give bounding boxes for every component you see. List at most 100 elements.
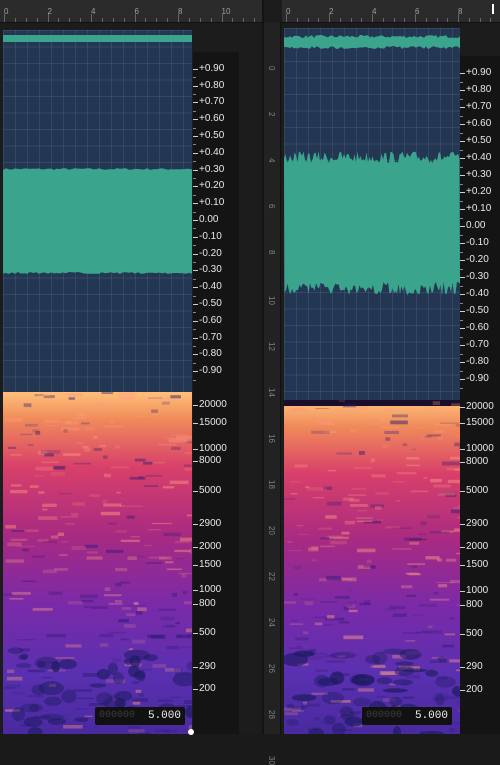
left-spectrogram-streak <box>178 634 184 638</box>
right-spectrogram-blob <box>287 719 299 726</box>
left-spectrogram-streak <box>90 606 107 609</box>
left-handle-icon[interactable] <box>188 729 194 735</box>
left-spectrogram-streak <box>184 601 192 604</box>
right-spectrogram-view[interactable] <box>284 400 460 734</box>
right-vruler-label: 4 <box>267 158 276 162</box>
right-spectrogram-streak <box>356 406 367 409</box>
left-time-display[interactable]: 000000 5.000 <box>95 707 185 725</box>
left-spectrogram-blob <box>44 697 61 706</box>
right-spectrogram-streak <box>350 429 356 433</box>
right-amplitude-minor-tick <box>460 167 463 168</box>
left-spectrogram-blob <box>113 672 124 684</box>
left-spectrogram-streak <box>165 561 173 563</box>
right-spectrogram-streak <box>376 697 387 698</box>
left-frequency-label: 1000 <box>199 584 221 595</box>
right-spectrogram-blob <box>330 671 344 684</box>
right-amplitude-tick <box>460 175 465 176</box>
left-spectrogram-streak <box>71 513 78 516</box>
left-spectrogram-streak <box>175 622 180 624</box>
left-spectrogram-streak <box>58 533 64 536</box>
left-time-dim: 000000 <box>99 710 135 721</box>
left-spectrogram-streak <box>180 647 192 649</box>
left-spectrogram-blob <box>128 665 139 677</box>
left-amplitude-tick <box>193 153 198 154</box>
right-time-display[interactable]: 000000 5.000 <box>362 707 452 725</box>
left-spectrogram-streak <box>112 402 119 403</box>
left-spectrogram-streak <box>25 424 38 427</box>
right-amplitude-label: +0.90 <box>466 67 491 78</box>
left-spectrogram-streak <box>166 646 179 649</box>
right-spectrogram-streak <box>427 434 441 436</box>
left-spectrogram-streak <box>132 698 148 702</box>
right-spectrogram-streak <box>407 563 425 565</box>
left-spectrogram-streak <box>176 558 185 559</box>
right-waveform-view[interactable] <box>284 28 460 402</box>
left-time-ruler[interactable]: 0246810 <box>0 0 262 23</box>
left-spectrogram-streak <box>9 598 23 600</box>
right-time-ruler[interactable]: 02468 <box>282 0 500 23</box>
right-spectrogram-streak <box>330 541 347 545</box>
right-spectrogram-streak <box>287 541 291 543</box>
right-spectrogram-streak <box>451 403 460 406</box>
right-spectrogram-streak <box>307 487 327 491</box>
right-spectrogram-blob <box>395 661 414 666</box>
left-amplitude-minor-tick <box>193 296 196 297</box>
right-frequency-tick <box>460 634 465 635</box>
right-spectrogram-streak <box>423 477 427 478</box>
right-ruler-label: 2 <box>329 7 333 16</box>
left-spectrogram-streak <box>158 609 176 611</box>
playhead-marker-icon[interactable] <box>492 4 494 14</box>
left-spectrogram-streak <box>126 613 136 616</box>
right-spectrogram-streak <box>415 427 421 428</box>
right-vruler-label: 14 <box>267 388 276 397</box>
left-spectrogram-streak <box>146 475 163 477</box>
right-spectrogram-streak <box>285 712 298 715</box>
right-amplitude-label: -0.40 <box>466 288 489 299</box>
left-spectrogram-streak <box>43 570 57 574</box>
left-spectrogram-blob <box>40 714 64 721</box>
left-spectrogram-streak <box>42 504 57 507</box>
right-spectrogram-streak <box>433 401 440 405</box>
right-spectrogram-blob <box>435 677 456 688</box>
left-spectrogram-streak <box>41 450 61 454</box>
left-frequency-label: 15000 <box>199 417 227 428</box>
left-spectrogram-streak <box>83 446 89 449</box>
left-spectrogram-streak <box>148 635 164 638</box>
left-spectrogram-view[interactable] <box>3 392 192 734</box>
left-frequency-label: 10000 <box>199 443 227 454</box>
left-amplitude-label: -0.70 <box>199 332 222 343</box>
left-spectrogram-streak <box>28 670 46 673</box>
right-spectrogram-streak <box>437 558 442 561</box>
right-frequency-label: 800 <box>466 599 483 610</box>
left-spectrogram-streak <box>170 395 181 398</box>
left-spectrogram-streak <box>55 657 74 658</box>
left-spectrogram-streak <box>44 453 54 456</box>
right-amplitude-minor-tick <box>460 303 463 304</box>
left-spectrogram-blob <box>35 657 59 670</box>
left-waveform-view[interactable] <box>3 30 192 392</box>
right-ruler-label: 4 <box>372 7 376 16</box>
right-vruler-label: 20 <box>267 526 276 535</box>
right-spectrogram-canvas <box>284 400 460 734</box>
left-time-value: 5.000 <box>148 710 181 722</box>
right-spectrogram-streak <box>416 632 433 633</box>
right-ruler-label: 0 <box>286 7 290 16</box>
right-spectrogram-streak <box>293 408 305 411</box>
left-spectrogram-streak <box>105 587 111 591</box>
left-spectrogram-streak <box>11 484 22 486</box>
right-spectrogram-streak <box>421 521 427 525</box>
right-spectrogram-streak <box>290 623 304 625</box>
right-spectrogram-streak <box>301 704 320 707</box>
left-spectrogram-streak <box>73 689 93 692</box>
left-spectrogram-streak <box>27 695 44 697</box>
left-spectrogram-streak <box>96 403 106 406</box>
right-spectrogram-streak <box>335 596 350 599</box>
right-spectrogram-streak <box>320 546 335 548</box>
right-time-dim: 000000 <box>366 710 402 721</box>
right-vruler-label: 16 <box>267 434 276 443</box>
right-amplitude-minor-tick <box>460 388 463 389</box>
right-spectrogram-streak <box>343 404 356 408</box>
right-spectrogram-streak <box>412 449 416 450</box>
right-amplitude-minor-tick <box>460 235 463 236</box>
left-spectrogram-streak <box>51 472 64 476</box>
